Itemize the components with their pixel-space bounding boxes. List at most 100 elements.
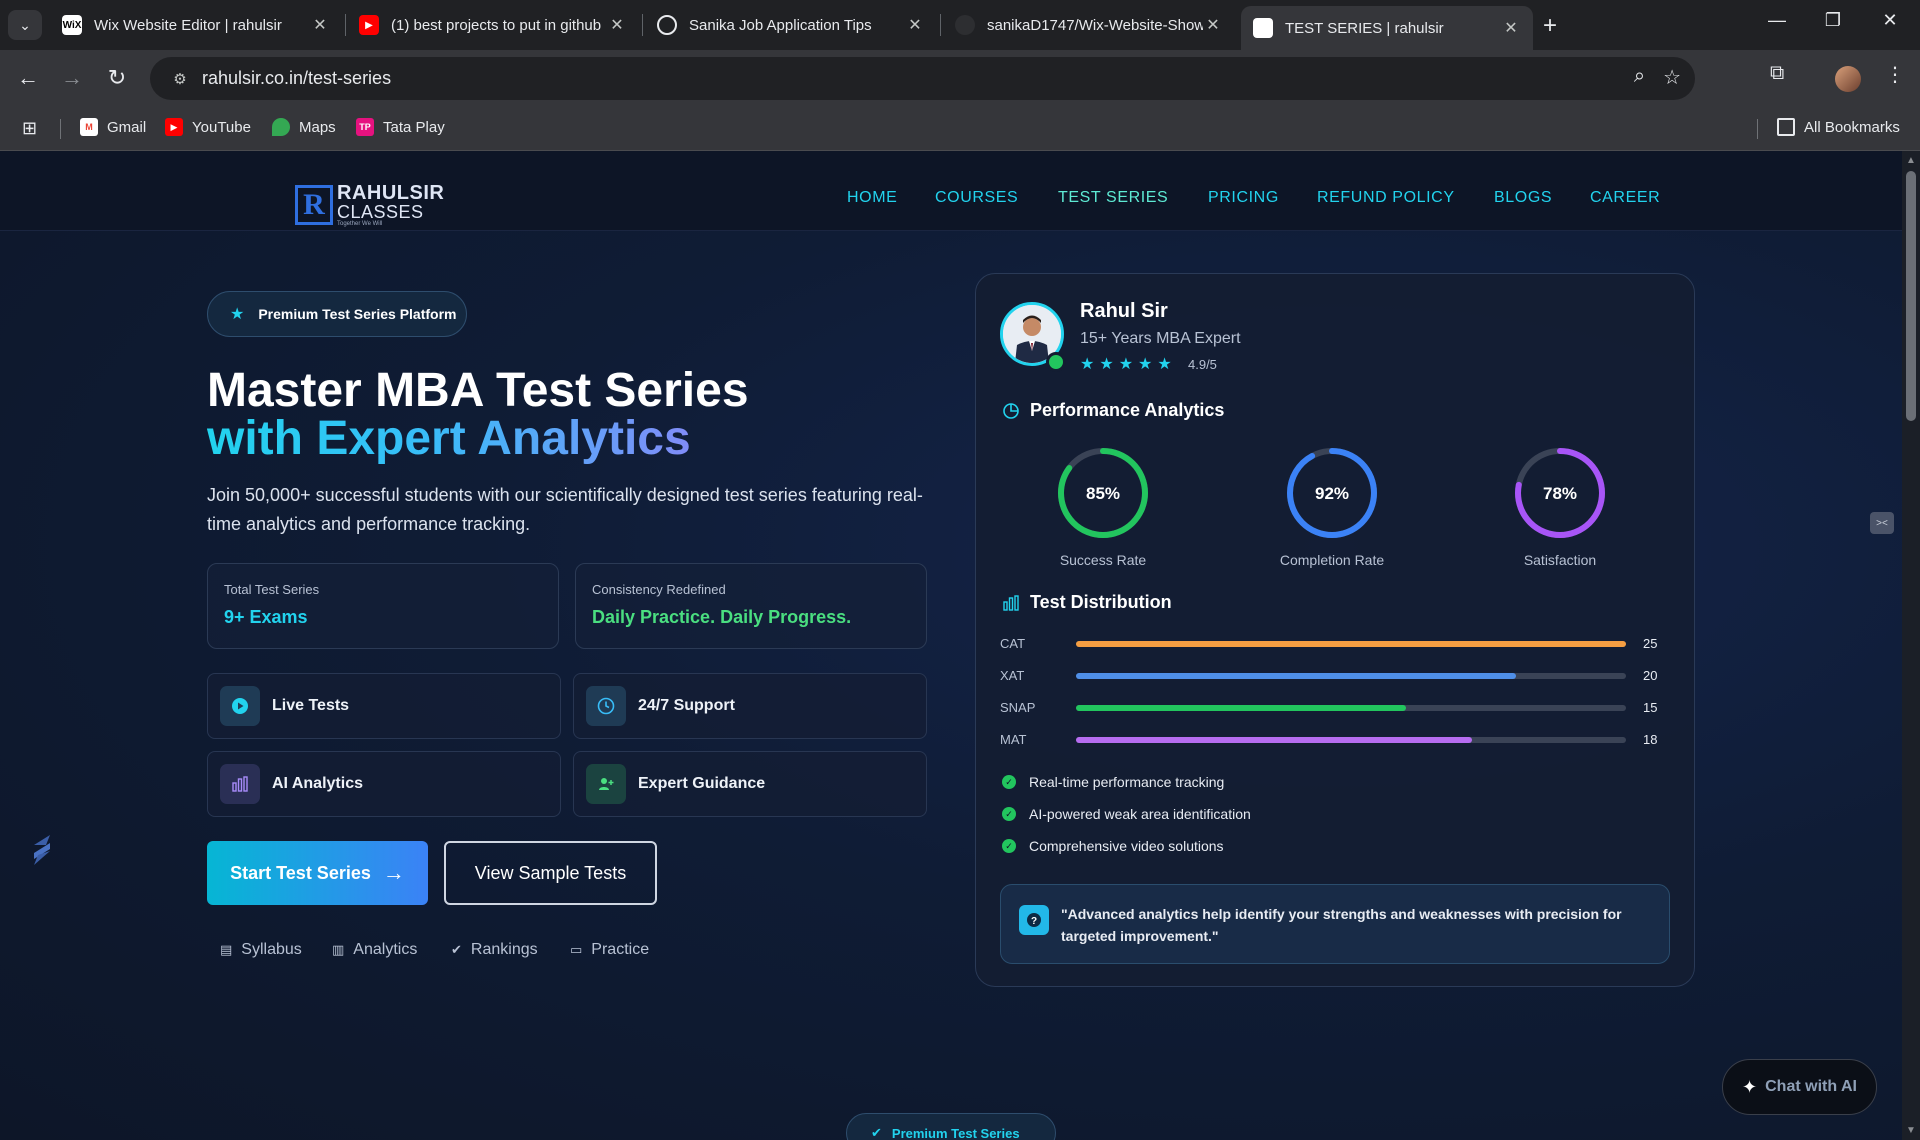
check-circle-icon: ✓ bbox=[1002, 775, 1016, 789]
logo-line1: RAHULSIR bbox=[337, 182, 445, 204]
nav-pricing[interactable]: PRICING bbox=[1208, 189, 1279, 207]
side-widget-icon[interactable]: >< bbox=[1870, 512, 1894, 534]
url-text: rahulsir.co.in/test-series bbox=[202, 68, 392, 88]
extensions-icon[interactable]: ⧉ bbox=[1770, 62, 1784, 85]
tab-youtube[interactable]: ▶ (1) best projects to put in github ✕ bbox=[347, 6, 639, 44]
bookmark-youtube[interactable]: ▶ YouTube bbox=[165, 118, 251, 136]
pie-chart-icon bbox=[1003, 402, 1019, 419]
nav-blogs[interactable]: BLOGS bbox=[1494, 189, 1552, 207]
feature-label: 24/7 Support bbox=[638, 697, 735, 714]
view-sample-tests-button[interactable]: View Sample Tests bbox=[444, 841, 657, 905]
browser-tab-bar: ⌄ WiX Wix Website Editor | rahulsir ✕ ▶ … bbox=[0, 0, 1920, 50]
presentation-icon: ▭ bbox=[570, 942, 583, 957]
close-icon[interactable]: ✕ bbox=[1203, 15, 1223, 35]
mini-link-label: Practice bbox=[591, 941, 650, 958]
check-text: Real-time performance tracking bbox=[1029, 774, 1225, 790]
distribution-bar bbox=[1076, 737, 1472, 743]
new-tab-button[interactable]: + bbox=[1543, 12, 1557, 40]
apps-grid-icon[interactable]: ⊞ bbox=[22, 118, 37, 139]
forward-arrow-icon[interactable]: → bbox=[56, 62, 88, 94]
floating-brand-icon[interactable] bbox=[28, 831, 56, 867]
start-test-series-button[interactable]: Start Test Series → bbox=[207, 841, 428, 905]
badge-label: Premium Test Series Platform bbox=[258, 306, 457, 322]
badge-label: Premium Test Series bbox=[891, 1125, 1020, 1140]
all-bookmarks[interactable]: All Bookmarks bbox=[1777, 118, 1900, 136]
quote-text: "Advanced analytics help identify your s… bbox=[1061, 906, 1622, 944]
bookmark-gmail[interactable]: M Gmail bbox=[80, 118, 146, 136]
close-icon[interactable]: ✕ bbox=[607, 15, 627, 35]
chat-with-ai-button[interactable]: ✦ Chat with AI bbox=[1722, 1059, 1877, 1115]
tab-title: sanikaD1747/Wix-Website-Show bbox=[987, 16, 1203, 34]
chat-button-label: Chat with AI bbox=[1765, 1078, 1857, 1095]
tab-github[interactable]: sanikaD1747/Wix-Website-Show ✕ bbox=[943, 6, 1235, 44]
page-scrollbar[interactable]: ▲ ▼ bbox=[1902, 151, 1920, 1140]
clock-icon bbox=[586, 686, 626, 726]
site-info-icon[interactable]: ⚙ bbox=[160, 70, 200, 88]
bookmark-maps[interactable]: Maps bbox=[272, 118, 336, 136]
close-icon[interactable]: ✕ bbox=[905, 15, 925, 35]
mini-link-rankings[interactable]: ✔ Rankings bbox=[451, 941, 538, 959]
satisfaction-ring: 78% bbox=[1515, 448, 1605, 538]
folder-icon bbox=[1777, 118, 1795, 136]
nav-test-series[interactable]: TEST SERIES bbox=[1058, 189, 1168, 207]
exam-count: 25 bbox=[1643, 636, 1658, 651]
distribution-bar bbox=[1076, 705, 1406, 711]
window-close-icon[interactable]: ✕ bbox=[1870, 10, 1910, 31]
site-header: R RAHULSIR CLASSES Together We Will HOME… bbox=[0, 151, 1902, 231]
ring-value: 85% bbox=[1086, 484, 1120, 503]
bookmark-tataplay[interactable]: TP Tata Play bbox=[356, 118, 445, 136]
exam-name: SNAP bbox=[1000, 700, 1036, 715]
mini-link-label: Syllabus bbox=[241, 941, 302, 958]
scroll-thumb[interactable] bbox=[1906, 171, 1916, 421]
zoom-icon[interactable]: ⌕ bbox=[1634, 65, 1645, 90]
tab-search-button[interactable]: ⌄ bbox=[8, 10, 42, 40]
distribution-track bbox=[1076, 737, 1626, 743]
tab-title: (1) best projects to put in github bbox=[391, 16, 602, 34]
tab-wix-editor[interactable]: WiX Wix Website Editor | rahulsir ✕ bbox=[50, 6, 342, 44]
mini-link-analytics[interactable]: ▥ Analytics bbox=[332, 941, 417, 959]
tab-chatgpt[interactable]: Sanika Job Application Tips ✕ bbox=[645, 6, 937, 44]
feature-expert-guidance[interactable]: Expert Guidance bbox=[573, 751, 927, 817]
restore-icon[interactable]: ❐ bbox=[1813, 10, 1853, 31]
minimize-icon[interactable]: — bbox=[1757, 10, 1797, 31]
close-icon[interactable]: ✕ bbox=[310, 15, 330, 35]
all-bookmarks-label: All Bookmarks bbox=[1804, 118, 1900, 136]
feature-ai-analytics[interactable]: AI Analytics bbox=[207, 751, 561, 817]
mini-link-syllabus[interactable]: ▤ Syllabus bbox=[220, 941, 302, 959]
user-plus-icon bbox=[586, 764, 626, 804]
section-title-text: Performance Analytics bbox=[1030, 400, 1225, 420]
arrow-right-icon: → bbox=[382, 860, 405, 885]
tab-test-series[interactable]: TEST SERIES | rahulsir ✕ bbox=[1241, 6, 1533, 50]
bookmark-label: Maps bbox=[299, 118, 336, 136]
stat-value: Daily Practice. Daily Progress. bbox=[592, 607, 852, 627]
reload-icon[interactable]: ↻ bbox=[101, 62, 133, 94]
profile-avatar[interactable] bbox=[1835, 66, 1861, 92]
back-arrow-icon[interactable]: ← bbox=[12, 62, 44, 94]
nav-career[interactable]: CAREER bbox=[1590, 189, 1660, 207]
exam-name: CAT bbox=[1000, 636, 1026, 651]
exam-count: 18 bbox=[1643, 732, 1658, 747]
bookmark-star-icon[interactable]: ☆ bbox=[1663, 65, 1681, 90]
tab-title: Sanika Job Application Tips bbox=[689, 16, 872, 34]
address-bar[interactable]: ⚙ rahulsir.co.in/test-series ⌕ ☆ bbox=[150, 57, 1695, 100]
scroll-down-icon[interactable]: ▼ bbox=[1906, 1125, 1916, 1136]
nav-home[interactable]: HOME bbox=[847, 189, 897, 207]
distribution-track bbox=[1076, 705, 1626, 711]
section-title-text: Test Distribution bbox=[1030, 592, 1172, 612]
close-icon[interactable]: ✕ bbox=[1501, 18, 1521, 38]
feature-live-tests[interactable]: Live Tests bbox=[207, 673, 561, 739]
distribution-row-snap: SNAP 15 bbox=[1000, 698, 1660, 718]
site-logo[interactable]: R RAHULSIR CLASSES Together We Will bbox=[295, 183, 444, 227]
menu-dots-icon[interactable]: ⋮ bbox=[1885, 62, 1905, 87]
nav-refund-policy[interactable]: REFUND POLICY bbox=[1317, 189, 1455, 207]
feature-label: Live Tests bbox=[272, 697, 350, 714]
feature-support[interactable]: 24/7 Support bbox=[573, 673, 927, 739]
nav-courses[interactable]: COURSES bbox=[935, 189, 1018, 207]
distribution-bar bbox=[1076, 641, 1626, 647]
mini-link-practice[interactable]: ▭ Practice bbox=[570, 941, 649, 959]
stat-label: Consistency Redefined bbox=[592, 582, 726, 597]
bar-chart-icon bbox=[220, 764, 260, 804]
ring-value: 92% bbox=[1315, 484, 1349, 503]
scroll-up-icon[interactable]: ▲ bbox=[1906, 155, 1916, 166]
file-icon: ▤ bbox=[220, 942, 233, 957]
